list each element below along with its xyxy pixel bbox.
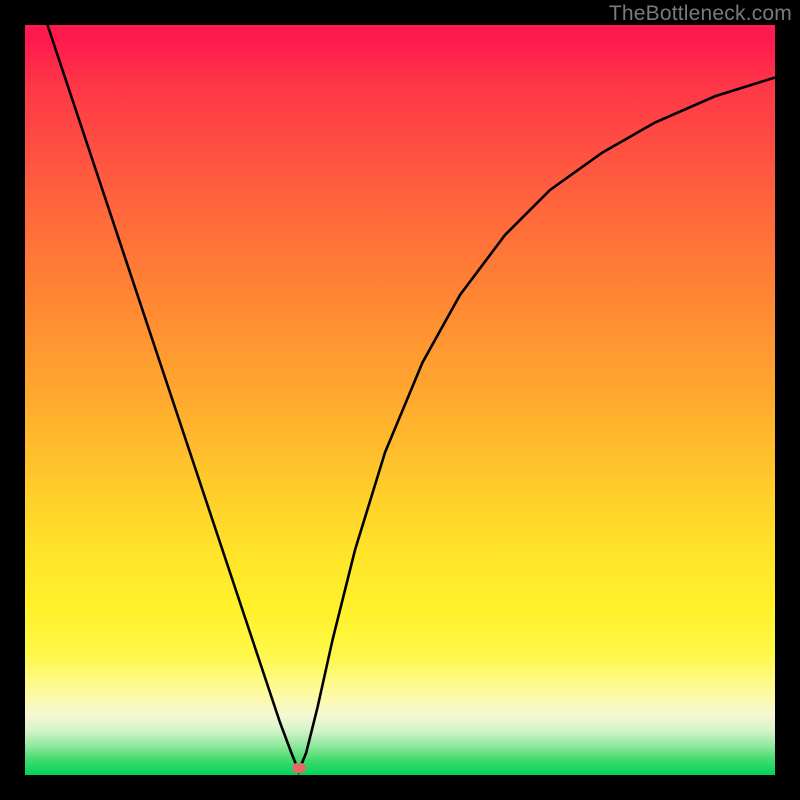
watermark-text: TheBottleneck.com bbox=[609, 2, 792, 26]
bottleneck-curve bbox=[25, 25, 775, 775]
chart-frame: TheBottleneck.com bbox=[0, 0, 800, 800]
curve-path bbox=[48, 25, 776, 771]
plot-area bbox=[25, 25, 775, 775]
optimum-marker bbox=[292, 763, 306, 773]
